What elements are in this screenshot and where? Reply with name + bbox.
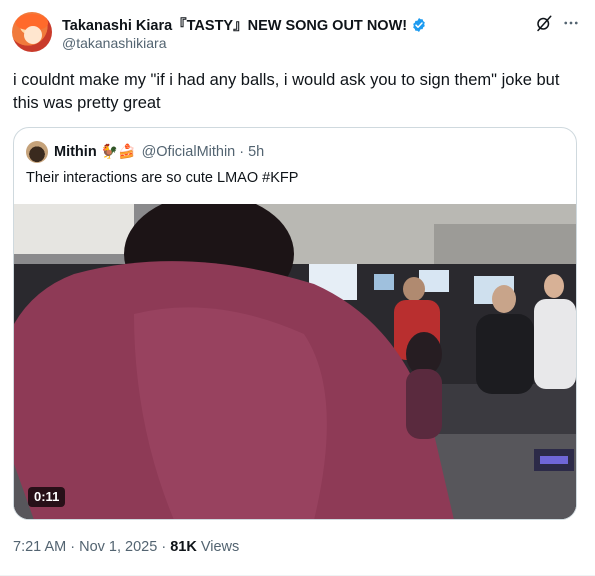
author-display-name[interactable]: Takanashi Kiara『TASTY』NEW SONG OUT NOW! [62,14,407,35]
quote-separator: · [239,143,245,160]
views-label: Views [200,539,240,555]
tweet[interactable]: Takanashi Kiara『TASTY』NEW SONG OUT NOW! … [0,0,595,576]
tweet-date[interactable]: Nov 1, 2025 [79,539,157,555]
tweet-time[interactable]: 7:21 AM [13,539,66,555]
quote-author-handle[interactable]: @OficialMithin [142,144,236,160]
views-count[interactable]: 81K [170,539,197,555]
author-avatar[interactable] [12,12,52,52]
quote-header: Mithin 🐓🍰 @OficialMithin · 5h [54,143,264,160]
tweet-metadata: 7:21 AM · Nov 1, 2025 · 81K Views [13,539,239,555]
tweet-text: i couldnt make my "if i had any balls, i… [13,71,560,112]
quoted-tweet[interactable]: Mithin 🐓🍰 @OficialMithin · 5h Their inte… [13,127,577,520]
quote-author-emojis: 🐓🍰 [100,143,136,159]
meta-separator: · [70,539,76,555]
quote-text: Their interactions are so cute LMAO #KFP [26,170,299,186]
author-handle[interactable]: @takanashikiara [62,35,167,51]
video-duration-badge: 0:11 [28,487,66,507]
meta-separator-2: · [161,539,167,555]
quote-timestamp[interactable]: 5h [248,144,264,160]
verified-badge-icon [413,17,425,32]
quote-author-name[interactable]: Mithin [54,144,97,160]
more-dots-icon[interactable] [562,14,580,32]
video-frame [14,204,576,519]
grok-icon[interactable] [535,14,553,32]
author-display-name-row[interactable]: Takanashi Kiara『TASTY』NEW SONG OUT NOW! [62,14,427,35]
avatar-face [24,26,42,44]
quote-video[interactable]: 0:11 [14,204,576,519]
quote-author-avatar[interactable] [26,141,48,163]
